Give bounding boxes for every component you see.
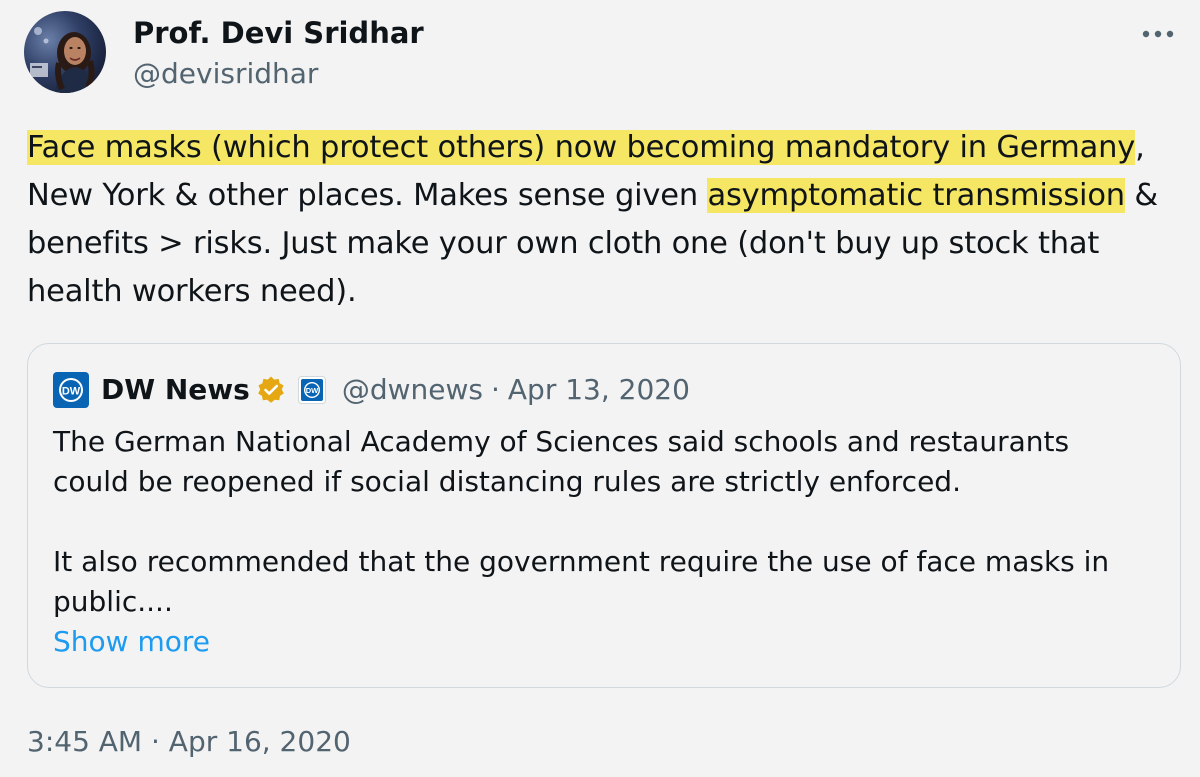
quoted-tweet-card[interactable]: DW DW News DW @dwnews · Apr 13, 2020 The… xyxy=(27,343,1181,688)
gold-verified-badge-icon xyxy=(256,375,286,405)
quoted-tweet-date[interactable]: Apr 13, 2020 xyxy=(508,372,690,408)
author-handle[interactable]: @devisridhar xyxy=(133,56,318,92)
avatar-image xyxy=(24,11,106,93)
tweet-timestamp[interactable]: 3:45 AM · Apr 16, 2020 xyxy=(27,723,351,761)
author-name[interactable]: Prof. Devi Sridhar xyxy=(133,14,424,52)
highlighted-text: asymptomatic transmission xyxy=(707,178,1125,213)
quoted-author-handle[interactable]: @dwnews xyxy=(342,372,483,408)
author-avatar[interactable] xyxy=(24,11,106,93)
dw-affiliate-badge-icon: DW xyxy=(297,376,326,404)
quoted-author-name[interactable]: DW News xyxy=(101,372,250,408)
svg-text:DW: DW xyxy=(62,386,81,398)
quoted-tweet-header: DW DW News DW @dwnews · Apr 13, 2020 xyxy=(53,369,690,411)
tweet-text: Face masks (which protect others) now be… xyxy=(27,124,1187,316)
dw-logo-icon[interactable]: DW xyxy=(53,372,89,408)
show-more-link[interactable]: Show more xyxy=(53,623,210,661)
more-options-button[interactable] xyxy=(1136,14,1180,54)
svg-text:DW: DW xyxy=(306,386,319,395)
highlighted-text: Face masks (which protect others) now be… xyxy=(27,130,1136,165)
quoted-tweet-text: The German National Academy of Sciences … xyxy=(53,425,1110,618)
meta-separator: · xyxy=(490,373,500,406)
tweet-page: Prof. Devi Sridhar @devisridhar Face mas… xyxy=(0,0,1200,777)
more-horizontal-icon xyxy=(1142,30,1174,38)
